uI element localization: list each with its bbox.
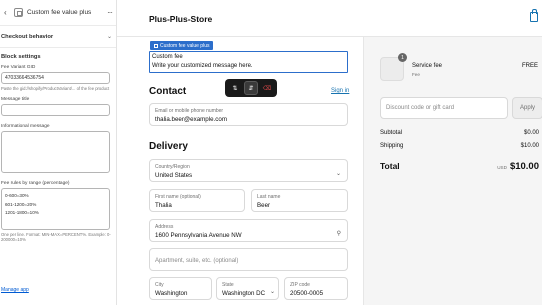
- address-field[interactable]: Address 1600 Pennsylvania Avenue NW ⚲: [149, 219, 348, 242]
- fee-rules-label: Fee rules by range (percentage): [1, 181, 70, 187]
- section-label: Checkout behavior: [1, 33, 54, 40]
- block-toolbar: ⇅ ⇵ ⌫: [225, 79, 277, 97]
- store-name[interactable]: Plus-Plus-Store: [149, 14, 212, 24]
- message-title-input[interactable]: [1, 104, 110, 117]
- email-label: Email or mobile phone number: [155, 108, 224, 114]
- checkout-header: Plus-Plus-Store: [117, 0, 542, 37]
- fee-rules-textarea[interactable]: 0-600=30% 601-1200=20% 1201-1800=10%: [1, 188, 110, 231]
- app-block-icon: [14, 8, 23, 17]
- quantity-badge: 1: [398, 53, 407, 62]
- order-summary: 1 Service fee Fee FREE Discount code or …: [363, 37, 542, 305]
- total-amount: USD $10.00: [497, 161, 539, 172]
- shopping-bag-icon[interactable]: [530, 9, 538, 22]
- zip-field[interactable]: ZIP code 20500-0005: [284, 277, 348, 300]
- back-icon[interactable]: ‹: [4, 8, 14, 17]
- last-name-label: Last name: [257, 194, 281, 200]
- shipping-label: Shipping: [380, 143, 404, 149]
- custom-fee-block[interactable]: Custom fee Write your customized message…: [149, 51, 348, 73]
- total-label: Total: [380, 161, 400, 171]
- item-price: FREE: [521, 63, 538, 69]
- total-row: Total USD $10.00: [380, 161, 539, 172]
- state-value: Washington DC: [222, 290, 266, 297]
- variant-label: Fee Variant GID: [1, 65, 36, 70]
- subtotal-value: $0.00: [523, 130, 539, 136]
- search-icon: ⚲: [336, 231, 341, 237]
- email-field[interactable]: Email or mobile phone number thalia.beer…: [149, 103, 348, 126]
- total-currency: USD: [497, 165, 507, 170]
- panel-header: ‹ Custom fee value plus ···: [0, 0, 116, 26]
- last-name-field[interactable]: Last name Beer: [251, 189, 348, 212]
- city-label: City: [155, 282, 164, 288]
- manage-app-link[interactable]: Manage app: [1, 287, 29, 293]
- zip-value: 20500-0005: [290, 290, 324, 297]
- sign-in-link[interactable]: Sign in: [331, 88, 349, 94]
- address-label: Address: [155, 224, 174, 230]
- discount-input[interactable]: Discount code or gift card: [380, 97, 508, 119]
- country-select[interactable]: Country/Region United States ⌄: [149, 159, 348, 182]
- address-value: 1600 Pennsylvania Avenue NW: [155, 232, 242, 239]
- item-name: Service fee: [412, 63, 443, 69]
- contact-heading: Contact: [149, 86, 187, 97]
- apartment-placeholder: Apartment, suite, etc. (optional): [155, 258, 239, 264]
- chevron-down-icon: ⌄: [335, 171, 341, 177]
- subtotal-row: Subtotal $0.00: [380, 130, 539, 136]
- email-value: thalia.beer@example.com: [155, 116, 227, 123]
- country-value: United States: [155, 172, 193, 179]
- variant-help: Paste the gid://shopify/ProductVariant/.…: [1, 86, 110, 91]
- fee-rules-help: One per line. Format: MIN-MAX=PERCENT%. …: [1, 232, 111, 243]
- chevron-down-icon: ⌄: [269, 289, 275, 295]
- move-down-icon[interactable]: ⇵: [244, 81, 258, 95]
- app-block-icon: [154, 44, 158, 48]
- apply-button[interactable]: Apply: [512, 97, 542, 119]
- shipping-row: Shipping $10.00: [380, 143, 539, 149]
- panel-title: Custom fee value plus: [27, 9, 92, 16]
- apartment-field[interactable]: Apartment, suite, etc. (optional): [149, 248, 348, 271]
- zip-label: ZIP code: [290, 282, 310, 288]
- badge-label: Custom fee value plus: [160, 43, 210, 49]
- app-root: ‹ Custom fee value plus ··· Checkout beh…: [0, 0, 542, 305]
- delete-icon[interactable]: ⌫: [260, 81, 274, 95]
- variant-gid-input[interactable]: 47033664536754: [1, 72, 110, 84]
- custom-fee-message: Write your customized message here.: [152, 63, 253, 69]
- more-actions-icon[interactable]: ···: [107, 8, 113, 17]
- block-badge[interactable]: Custom fee value plus: [150, 41, 214, 50]
- total-value: $10.00: [509, 161, 539, 172]
- checkout-preview: Plus-Plus-Store Custom fee value plus Cu…: [117, 0, 542, 305]
- block-settings-title: Block settings: [1, 54, 41, 60]
- city-field[interactable]: City Washington: [149, 277, 212, 300]
- shipping-value: $10.00: [520, 143, 539, 149]
- item-subtitle: Fee: [412, 72, 420, 77]
- subtotal-label: Subtotal: [380, 130, 403, 136]
- message-title-label: Message title: [1, 97, 30, 103]
- move-up-icon[interactable]: ⇅: [228, 81, 242, 95]
- info-message-label: Informational message: [1, 124, 50, 130]
- chevron-down-icon: ⌄: [106, 34, 112, 40]
- first-name-value: Thalia: [155, 202, 172, 209]
- settings-panel: ‹ Custom fee value plus ··· Checkout beh…: [0, 0, 117, 305]
- first-name-label: First name (optional): [155, 194, 201, 200]
- block-settings: Block settings Fee Variant GID 470336645…: [0, 48, 116, 243]
- country-label: Country/Region: [155, 164, 190, 170]
- state-select[interactable]: State Washington DC ⌄: [216, 277, 279, 300]
- first-name-field[interactable]: First name (optional) Thalia: [149, 189, 245, 212]
- checkout-behavior-section[interactable]: Checkout behavior ⌄: [0, 26, 116, 48]
- custom-fee-title: Custom fee: [152, 54, 183, 60]
- delivery-heading: Delivery: [149, 141, 188, 152]
- city-value: Washington: [155, 290, 188, 297]
- state-label: State: [222, 282, 234, 288]
- last-name-value: Beer: [257, 202, 271, 209]
- info-message-textarea[interactable]: [1, 131, 110, 174]
